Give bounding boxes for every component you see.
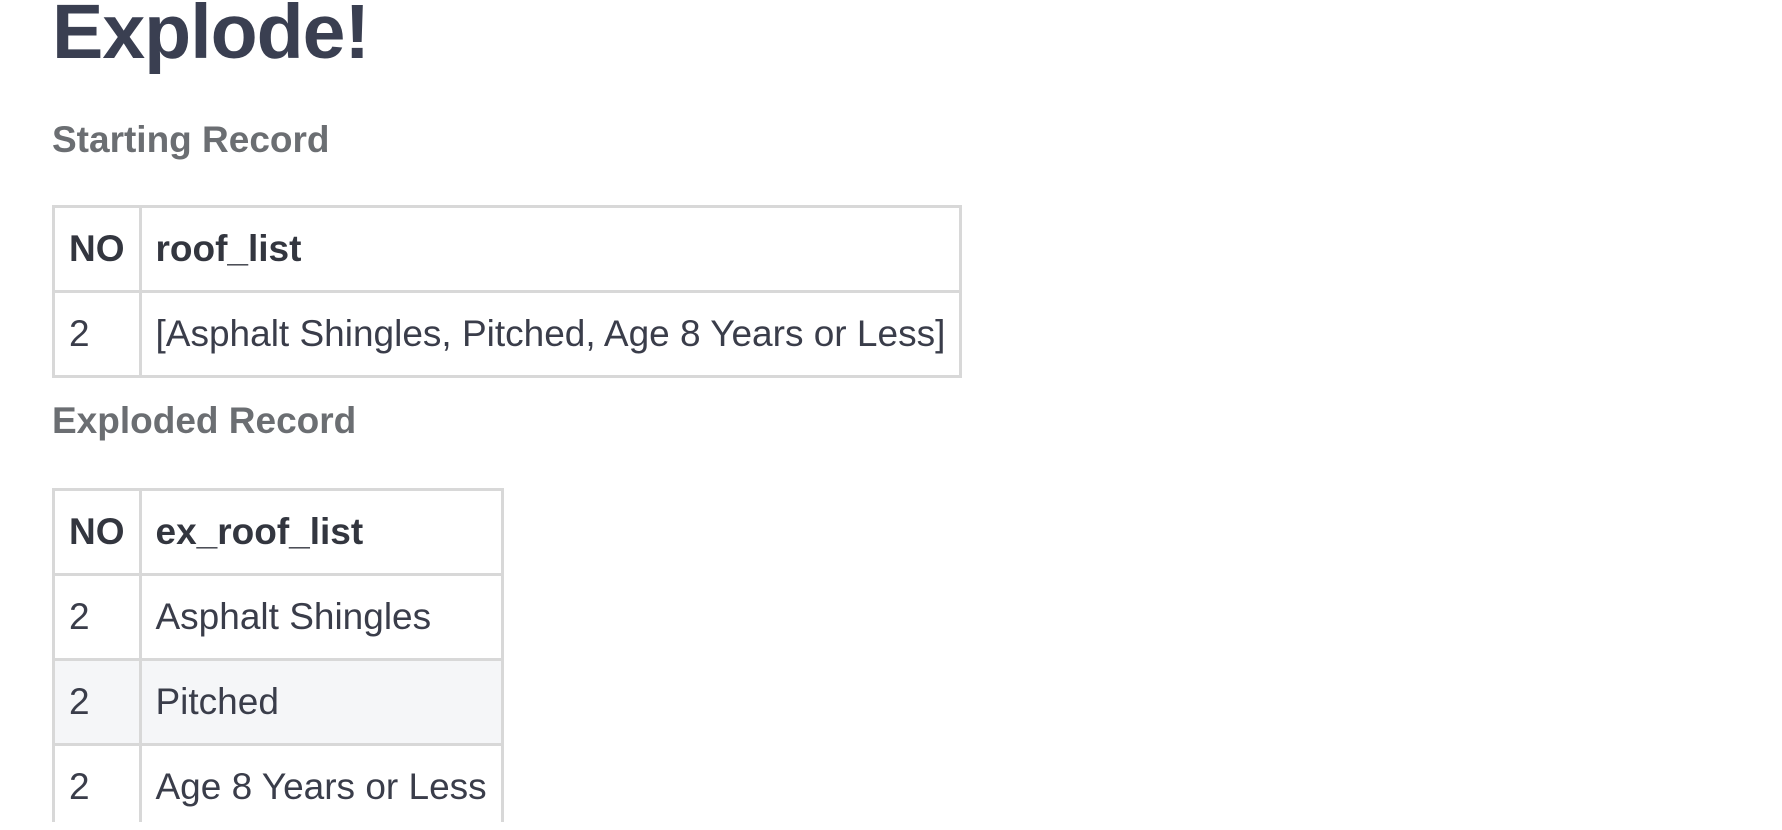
- table-header-row: NO roof_list: [52, 205, 963, 293]
- cell-roof-list: [Asphalt Shingles, Pitched, Age 8 Years …: [138, 290, 963, 378]
- cell-no: 2: [52, 658, 142, 746]
- table-row: 2 Age 8 Years or Less: [52, 743, 504, 822]
- page-viewport: Explode! Starting Record NO roof_list 2 …: [0, 0, 1782, 822]
- cell-ex-roof-list: Age 8 Years or Less: [138, 743, 504, 822]
- cell-no: 2: [52, 573, 142, 661]
- cell-ex-roof-list: Pitched: [138, 658, 504, 746]
- column-header-ex-roof-list: ex_roof_list: [138, 488, 504, 576]
- page-title: Explode!: [52, 0, 370, 75]
- column-header-no: NO: [52, 488, 142, 576]
- starting-record-table: NO roof_list 2 [Asphalt Shingles, Pitche…: [52, 205, 963, 378]
- exploded-record-table: NO ex_roof_list 2 Asphalt Shingles 2 Pit…: [52, 488, 504, 822]
- starting-record-heading: Starting Record: [52, 119, 330, 160]
- column-header-no: NO: [52, 205, 142, 293]
- table-row: 2 Asphalt Shingles: [52, 573, 504, 661]
- cell-no: 2: [52, 743, 142, 822]
- table-row: 2 [Asphalt Shingles, Pitched, Age 8 Year…: [52, 290, 963, 378]
- table-row: 2 Pitched: [52, 658, 504, 746]
- cell-ex-roof-list: Asphalt Shingles: [138, 573, 504, 661]
- exploded-record-heading: Exploded Record: [52, 400, 357, 441]
- cell-no: 2: [52, 290, 142, 378]
- column-header-roof-list: roof_list: [138, 205, 963, 293]
- table-header-row: NO ex_roof_list: [52, 488, 504, 576]
